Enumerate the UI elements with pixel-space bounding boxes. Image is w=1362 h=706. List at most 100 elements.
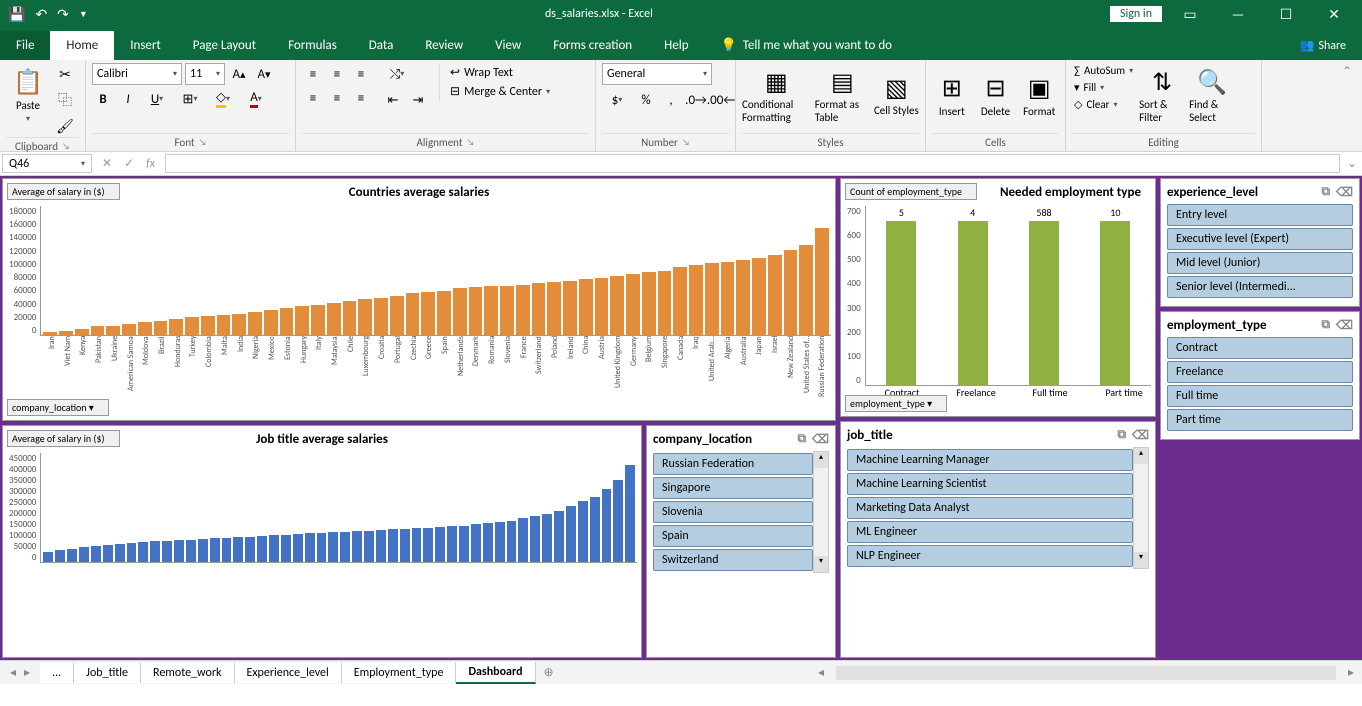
number-launcher[interactable]: ↘ [682,137,690,148]
tab-forms[interactable]: Forms creation [537,31,648,60]
sheet-tab-employment-type[interactable]: Employment_type [342,663,457,683]
increase-font-button[interactable]: A▴ [228,63,250,85]
comma-button[interactable]: , [660,89,682,111]
jobtitle-scrollbar[interactable]: ▴▾ [1133,447,1149,569]
wrap-text-button[interactable]: ↩Wrap Text [444,63,556,82]
multiselect-icon[interactable]: ⧉ [1321,318,1330,333]
align-center-button[interactable]: ≡ [326,87,348,109]
ribbon-options-icon[interactable]: ▭ [1170,6,1210,23]
maximize-icon[interactable]: ☐ [1266,6,1306,23]
format-cells-button[interactable]: ▣Format [1019,63,1059,129]
bold-button[interactable]: B [92,88,114,110]
formula-input[interactable] [165,154,1340,173]
multiselect-icon[interactable]: ⧉ [1321,185,1330,200]
font-name-combo[interactable]: Calibri▾ [92,63,182,85]
qat-customize-icon[interactable]: ▼ [79,9,88,20]
slicer-item[interactable]: Singapore [653,477,813,499]
slicer-item[interactable]: Entry level [1167,204,1353,226]
tab-nav-last[interactable]: ▸ [24,665,30,680]
sheet-tab-remote-work[interactable]: Remote_work [141,663,234,683]
tab-review[interactable]: Review [409,31,479,60]
slicer-item[interactable]: Slovenia [653,501,813,523]
slicer-item[interactable]: Switzerland [653,549,813,571]
sheet-tab-more[interactable]: ... [40,663,74,683]
clear-filter-icon[interactable]: ⌫ [1336,318,1353,333]
decrease-font-button[interactable]: A▾ [253,63,275,85]
undo-icon[interactable]: ↶ [35,6,47,23]
align-middle-button[interactable]: ≡ [326,63,348,85]
expand-formula-bar[interactable]: ⌄ [1342,152,1362,175]
fill-button[interactable]: ▾Fill▾ [1072,80,1135,95]
share-button[interactable]: 👥Share [1283,31,1362,60]
hscroll-track[interactable] [836,666,1336,680]
collapse-ribbon-button[interactable]: ⌃ [1332,60,1362,151]
sheet-tab-experience-level[interactable]: Experience_level [235,663,342,683]
cut-button[interactable]: ✂ [54,63,76,85]
location-scrollbar[interactable]: ▴▾ [813,451,829,573]
fill-color-button[interactable]: ◇ ▾ [208,88,238,110]
slicer-item[interactable]: Marketing Data Analyst [847,497,1133,519]
sheet-tab-dashboard[interactable]: Dashboard [456,662,535,684]
tab-nav-first[interactable]: ◂ [10,665,16,680]
autosum-button[interactable]: ∑AutoSum▾ [1072,63,1135,78]
align-bottom-button[interactable]: ≡ [350,63,372,85]
slicer-item[interactable]: Contract [1167,337,1353,359]
tab-file[interactable]: File [0,31,50,60]
slicer-job-title[interactable]: job_title⧉⌫ Machine Learning ManagerMach… [840,421,1156,658]
percent-button[interactable]: % [635,89,657,111]
copy-button[interactable]: ⿻ [54,89,76,111]
employment-chart-panel[interactable]: Count of employment_type Needed employme… [840,178,1156,417]
slicer-item[interactable]: ML Engineer [847,521,1133,543]
font-color-button[interactable]: A ▾ [241,88,271,110]
font-launcher[interactable]: ↘ [199,137,207,148]
slicer-employment-type[interactable]: employment_type⧉⌫ ContractFreelanceFull … [1160,311,1360,440]
name-box[interactable]: Q46▾ [2,154,92,173]
format-painter-button[interactable]: 🖌 [54,115,76,137]
orientation-button[interactable]: ⤭ ▾ [382,63,412,85]
slicer-item[interactable]: Full time [1167,385,1353,407]
slicer-item[interactable]: NLP Engineer [847,545,1133,567]
redo-icon[interactable]: ↷ [57,6,69,23]
cancel-formula-icon[interactable]: ✕ [102,156,112,171]
alignment-launcher[interactable]: ↘ [467,137,475,148]
hscroll-right[interactable]: ▸ [1340,665,1362,680]
new-sheet-button[interactable]: ⊕ [536,665,562,680]
currency-button[interactable]: $ ▾ [602,89,632,111]
slicer-company-location[interactable]: company_location⧉⌫ Russian FederationSin… [646,425,836,658]
slicer-item[interactable]: Spain [653,525,813,547]
slicer-item[interactable]: Part time [1167,409,1353,431]
employment-filter[interactable]: employment_type ▾ [845,395,947,412]
format-as-table-button[interactable]: ▤Format as Table [815,63,870,129]
close-icon[interactable]: ✕ [1314,6,1354,23]
find-select-button[interactable]: 🔍Find & Select [1189,63,1235,129]
clear-filter-icon[interactable]: ⌫ [1132,428,1149,443]
decrease-indent-button[interactable]: ⇤ [382,89,404,111]
decrease-decimal-button[interactable]: .00← [710,89,732,111]
increase-indent-button[interactable]: ⇥ [407,89,429,111]
delete-cells-button[interactable]: ⊟Delete [976,63,1016,129]
slicer-item[interactable]: Senior level (Intermedi... [1167,276,1353,298]
tab-data[interactable]: Data [353,31,410,60]
conditional-formatting-button[interactable]: ▦Conditional Formatting [742,63,811,129]
italic-button[interactable]: I [117,88,139,110]
clear-button[interactable]: ◇Clear▾ [1072,97,1135,112]
number-format-combo[interactable]: General▾ [602,63,712,85]
insert-cells-button[interactable]: ⊞Insert [932,63,972,129]
fx-icon[interactable]: fx [146,157,155,171]
font-size-combo[interactable]: 11▾ [185,63,225,85]
slicer-item[interactable]: Freelance [1167,361,1353,383]
tab-page-layout[interactable]: Page Layout [177,31,272,60]
align-right-button[interactable]: ≡ [350,87,372,109]
clipboard-launcher[interactable]: ↘ [62,141,70,152]
clear-filter-icon[interactable]: ⌫ [1336,185,1353,200]
slicer-item[interactable]: Mid level (Junior) [1167,252,1353,274]
hscroll-left[interactable]: ◂ [810,665,832,680]
tab-insert[interactable]: Insert [114,31,177,60]
merge-center-button[interactable]: ⊟Merge & Center▾ [444,82,556,101]
slicer-item[interactable]: Executive level (Expert) [1167,228,1353,250]
cell-styles-button[interactable]: ▧Cell Styles [874,63,919,129]
tab-home[interactable]: Home [50,31,114,60]
sort-filter-button[interactable]: ⇅Sort & Filter [1139,63,1185,129]
tab-view[interactable]: View [479,31,537,60]
countries-filter[interactable]: company_location ▾ [7,399,109,416]
